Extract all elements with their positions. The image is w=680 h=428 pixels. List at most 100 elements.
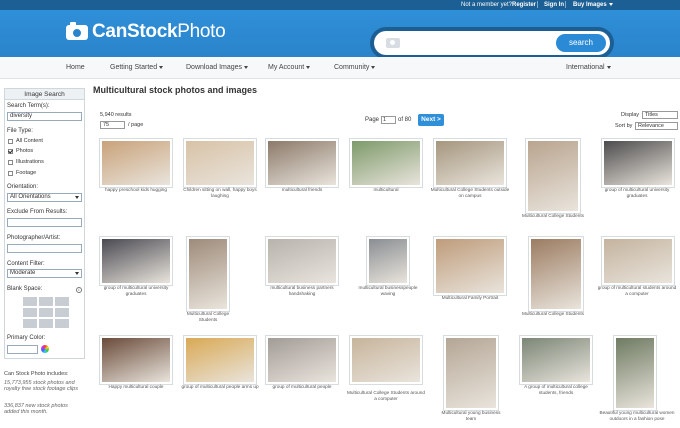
- site-header: CanStockPhoto search: [0, 10, 680, 59]
- image-caption[interactable]: Beautiful young multicultural women outd…: [597, 410, 677, 421]
- photo-image: [522, 338, 590, 382]
- page-input[interactable]: 1: [381, 116, 397, 124]
- image-caption[interactable]: Children sitting on wall, happy boys lau…: [180, 187, 260, 198]
- results-count: 5,940 results: [100, 112, 132, 118]
- checkbox[interactable]: [8, 148, 13, 154]
- image-thumbnail[interactable]: [433, 138, 507, 188]
- exclude-input[interactable]: [7, 218, 82, 227]
- nav-download-images[interactable]: Download Images: [186, 64, 249, 71]
- blank-cell[interactable]: [39, 319, 53, 328]
- photo-image: [446, 338, 496, 408]
- image-thumbnail[interactable]: [186, 236, 230, 312]
- photo-image: [531, 239, 581, 309]
- image-thumbnail[interactable]: [349, 335, 423, 385]
- pager: Page 1 of 80: [365, 116, 411, 124]
- image-caption[interactable]: Multicultural College Students around a …: [346, 390, 426, 401]
- orientation-select[interactable]: All Orientations: [7, 193, 82, 202]
- register-link[interactable]: Register: [512, 1, 536, 9]
- image-caption[interactable]: Multicultural College Students outside o…: [430, 187, 510, 198]
- sort-select[interactable]: Relevance: [635, 122, 678, 130]
- image-thumbnail[interactable]: [265, 335, 339, 385]
- chevron-down-icon: [306, 65, 311, 69]
- search-term-input[interactable]: diversity: [7, 112, 82, 121]
- photo-image: [352, 338, 420, 382]
- image-thumbnail[interactable]: [519, 335, 593, 385]
- image-caption[interactable]: Multicultural College Students: [510, 213, 596, 219]
- nav-community[interactable]: Community: [334, 64, 376, 71]
- image-thumbnail[interactable]: [183, 335, 257, 385]
- nav-home[interactable]: Home: [66, 64, 85, 71]
- image-thumbnail[interactable]: [99, 335, 173, 385]
- blank-cell[interactable]: [39, 308, 53, 317]
- buy-images-link[interactable]: Buy Images: [573, 1, 613, 9]
- divider: [537, 1, 538, 8]
- checkbox[interactable]: [8, 138, 13, 144]
- content-filter-select[interactable]: Moderate: [7, 269, 82, 278]
- image-thumbnail[interactable]: [601, 236, 675, 286]
- image-thumbnail[interactable]: [265, 236, 339, 286]
- image-caption[interactable]: happy preschool kids hugging: [97, 187, 175, 193]
- image-thumbnail[interactable]: [601, 138, 675, 188]
- blank-space-grid[interactable]: [23, 297, 69, 329]
- image-caption[interactable]: Multicultural College Students: [178, 311, 238, 322]
- image-caption[interactable]: group of multicultural university gradua…: [95, 285, 177, 296]
- blank-cell[interactable]: [55, 297, 69, 306]
- image-caption[interactable]: group of multicultural people arms up: [180, 384, 260, 390]
- blank-cell[interactable]: [23, 319, 37, 328]
- image-caption[interactable]: Happy multicultural couple: [97, 384, 175, 390]
- image-thumbnail[interactable]: [613, 335, 657, 411]
- search-button[interactable]: search: [556, 34, 606, 52]
- sign-in-link[interactable]: Sign In: [544, 1, 564, 9]
- image-caption[interactable]: multicultural business partners handshak…: [262, 285, 342, 296]
- blank-cell[interactable]: [23, 308, 37, 317]
- image-thumbnail[interactable]: [99, 138, 173, 188]
- image-thumbnail[interactable]: [525, 138, 581, 214]
- photo-image: [616, 338, 654, 408]
- color-wheel-icon[interactable]: [41, 345, 49, 353]
- nav-my-account[interactable]: My Account: [268, 64, 311, 71]
- next-button[interactable]: Next >: [418, 114, 444, 126]
- filetype-photos[interactable]: Photos: [8, 148, 33, 154]
- image-caption[interactable]: group of multicultural students around a…: [597, 285, 677, 296]
- image-caption[interactable]: multicultural: [346, 187, 426, 193]
- blank-cell[interactable]: [55, 308, 69, 317]
- primary-color-input[interactable]: [7, 345, 38, 354]
- image-thumbnail[interactable]: [183, 138, 257, 188]
- logo[interactable]: CanStockPhoto: [66, 21, 226, 42]
- blank-cell[interactable]: [55, 319, 69, 328]
- image-thumbnail[interactable]: [443, 335, 499, 411]
- photo-image: [268, 141, 336, 185]
- file-type-label: File Type:: [7, 128, 33, 134]
- image-caption[interactable]: Multicultural College Students: [510, 311, 596, 317]
- blank-space-label: Blank Space:: [7, 286, 43, 292]
- image-caption[interactable]: Multicultural Family Portrait: [430, 295, 510, 301]
- filetype-all-content[interactable]: All Content: [8, 138, 43, 144]
- image-caption[interactable]: group of multicultural university gradua…: [597, 187, 677, 198]
- blank-cell[interactable]: [39, 297, 53, 306]
- image-caption[interactable]: A group of multicultural college student…: [514, 384, 598, 395]
- image-thumbnail[interactable]: [433, 236, 507, 296]
- filetype-footage[interactable]: Footage: [8, 170, 36, 176]
- filetype-illustrations[interactable]: Illustrations: [8, 159, 44, 165]
- image-caption[interactable]: Multicultural young business team: [436, 410, 506, 421]
- image-thumbnail[interactable]: [265, 138, 339, 188]
- search-input[interactable]: search: [374, 31, 610, 55]
- checkbox[interactable]: [8, 159, 13, 165]
- nav-getting-started[interactable]: Getting Started: [110, 64, 164, 71]
- image-caption[interactable]: multicultural friends: [262, 187, 342, 193]
- nav-international[interactable]: International: [566, 64, 611, 71]
- image-thumbnail[interactable]: [528, 236, 584, 312]
- image-thumbnail[interactable]: [349, 138, 423, 188]
- primary-color-label: Primary Color:: [7, 335, 46, 341]
- image-caption[interactable]: multicultural businesspeople waving: [352, 285, 424, 296]
- checkbox[interactable]: [8, 170, 13, 176]
- per-page-select[interactable]: 75: [100, 121, 125, 129]
- info-icon[interactable]: i: [76, 287, 82, 293]
- blank-cell[interactable]: [23, 297, 37, 306]
- photographer-input[interactable]: [7, 244, 82, 253]
- image-caption[interactable]: group of multicultural people: [262, 384, 342, 390]
- display-select[interactable]: Titles: [642, 111, 678, 119]
- image-thumbnail[interactable]: [366, 236, 410, 286]
- image-thumbnail[interactable]: [99, 236, 173, 286]
- photo-image: [352, 141, 420, 185]
